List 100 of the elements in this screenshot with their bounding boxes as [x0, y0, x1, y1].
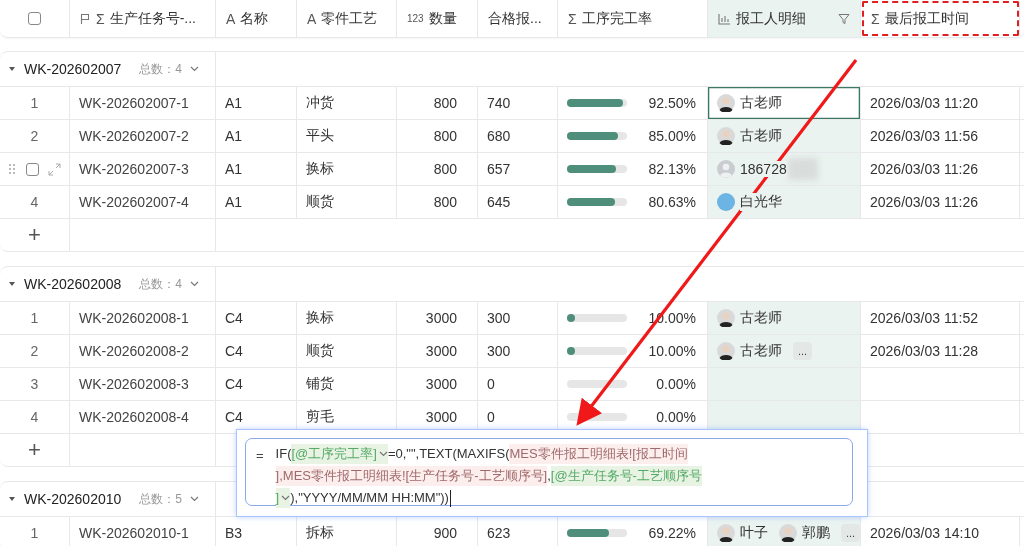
table-cell: 2026/03/03 11:26 — [870, 161, 978, 177]
percent-text: 10.00% — [647, 343, 697, 359]
selected-cell[interactable]: 古老师 — [708, 87, 861, 119]
record-count: 总数：4 — [139, 60, 182, 78]
progress-bar — [567, 132, 627, 140]
collapse-triangle-icon[interactable] — [8, 496, 16, 502]
table-cell: 平头 — [297, 120, 397, 152]
table-cell: 2026/03/03 14:10 — [870, 525, 979, 541]
column-header[interactable]: 最后报工时间 — [884, 9, 969, 28]
avatar — [779, 524, 797, 542]
table-cell: 740 — [478, 87, 558, 119]
table-cell: 换标 — [297, 302, 397, 334]
table-cell: 铺货 — [297, 368, 397, 400]
reporter-name: 186728 — [740, 161, 787, 177]
field-type-glyph: Σ — [96, 10, 105, 27]
drag-handle-icon[interactable] — [8, 163, 16, 175]
avatar — [717, 127, 735, 145]
percent-text: 0.00% — [655, 409, 697, 425]
expand-icon[interactable] — [48, 162, 61, 176]
table-cell: 顺货 — [297, 335, 397, 367]
progress-bar — [567, 347, 627, 355]
table-cell: 645 — [478, 186, 558, 218]
formula-text: ),"YYYY/MM/MM HH:MM")) — [290, 489, 449, 507]
table-cell: WK-202602008-3 — [70, 368, 216, 400]
percent-text: 69.22% — [647, 525, 697, 541]
table-cell: 2026/03/03 11:56 — [870, 128, 978, 144]
column-header[interactable]: 数量 — [428, 9, 457, 28]
row-number: 2 — [30, 343, 39, 359]
reporter-name: 古老师 — [740, 309, 782, 327]
column-header[interactable]: 工序完工率 — [581, 9, 652, 28]
field-type-glyph: Σ — [871, 10, 880, 27]
formula-text: , — [547, 467, 551, 485]
avatar — [717, 342, 735, 360]
highlighted-column-header[interactable]: 报工人明细 — [708, 0, 861, 37]
progress-bar — [567, 198, 627, 206]
table-cell: A1 — [216, 87, 297, 119]
table-reference[interactable]: MES零件报工明细表![报工时间 — [509, 444, 688, 464]
row-number: 2 — [30, 128, 39, 144]
percent-text: 85.00% — [647, 128, 697, 144]
table-cell: 2026/03/03 11:52 — [870, 310, 978, 326]
group-title: WK-202602010 — [24, 491, 122, 507]
percent-text: 92.50% — [647, 95, 697, 111]
table-cell: WK-202602007-1 — [70, 87, 216, 119]
record-count: 总数：4 — [139, 275, 182, 293]
table-cell: 2026/03/03 11:20 — [870, 95, 978, 111]
formula-field[interactable]: = IF([@工序完工率] =0,"",TEXT(MAXIFS(MES零件报工明细表![报工时间 ],MES零件报工明细表![生产任务号-工艺顺序号],[@生产任务号-工艺顺序号 ] ),"YYYY/MM/MM HH:MM")) — [245, 438, 853, 506]
column-header[interactable]: 生产任务号-... — [109, 9, 196, 28]
reporter-name: 古老师 — [740, 127, 782, 145]
row-number: 1 — [30, 95, 39, 111]
checkbox[interactable] — [25, 162, 39, 176]
dropdown-chevron-icon[interactable] — [378, 451, 388, 457]
field-type-glyph: Σ — [568, 10, 577, 27]
checkbox[interactable] — [28, 12, 41, 25]
avatar — [717, 94, 735, 112]
collapse-triangle-icon[interactable] — [8, 281, 16, 287]
chevron-down-icon[interactable] — [190, 496, 199, 502]
table-cell: C4 — [216, 335, 297, 367]
reporter-name: 古老师 — [740, 94, 782, 112]
filter-icon[interactable] — [838, 12, 850, 25]
reporter-name: 古老师 — [740, 342, 782, 360]
chevron-down-icon[interactable] — [190, 66, 199, 72]
table-cell: WK-202602008-4 — [70, 401, 216, 433]
record-count: 总数：5 — [139, 490, 182, 508]
collapse-triangle-icon[interactable] — [8, 66, 16, 72]
table-reference[interactable]: ],MES零件报工明细表![生产任务号-工艺顺序号] — [275, 466, 548, 486]
table-cell: 3000 — [397, 335, 478, 367]
add-row-button[interactable]: + — [0, 434, 70, 466]
table-cell: 3000 — [397, 368, 478, 400]
table-cell: WK-202602007-2 — [70, 120, 216, 152]
field-type-glyph: 123 — [407, 13, 424, 24]
table-cell: A1 — [216, 120, 297, 152]
progress-bar — [567, 529, 627, 537]
add-row-button[interactable]: + — [0, 219, 70, 251]
table-cell: A1 — [216, 186, 297, 218]
more-button[interactable]: ... — [793, 342, 813, 360]
table-cell: C4 — [216, 302, 297, 334]
chevron-down-icon[interactable] — [190, 281, 199, 287]
column-header[interactable]: 合格报... — [488, 9, 542, 28]
column-header[interactable]: 报工人明细 — [736, 9, 806, 28]
more-button[interactable]: ... — [841, 524, 861, 542]
table-cell: 0 — [478, 368, 558, 400]
column-header[interactable]: 名称 — [240, 9, 269, 28]
avatar — [717, 160, 735, 178]
reporter-name: 郭鹏 — [802, 524, 830, 542]
row-number: 4 — [30, 409, 39, 425]
table-cell: WK-202602007-4 — [70, 186, 216, 218]
row-number: 1 — [30, 525, 39, 541]
table-cell: C4 — [216, 368, 297, 400]
dropdown-chevron-icon[interactable] — [281, 495, 291, 501]
progress-bar — [567, 99, 627, 107]
table-cell: A1 — [216, 153, 297, 185]
row-number: 4 — [30, 194, 39, 210]
avatar — [717, 524, 735, 542]
table-cell: 800 — [397, 186, 478, 218]
table-cell: 换标 — [297, 153, 397, 185]
table-cell: 300 — [478, 302, 558, 334]
table-cell: 顺货 — [297, 186, 397, 218]
column-header[interactable]: 零件工艺 — [321, 9, 378, 28]
table-cell: 3000 — [397, 302, 478, 334]
table-cell: WK-202602008-1 — [70, 302, 216, 334]
